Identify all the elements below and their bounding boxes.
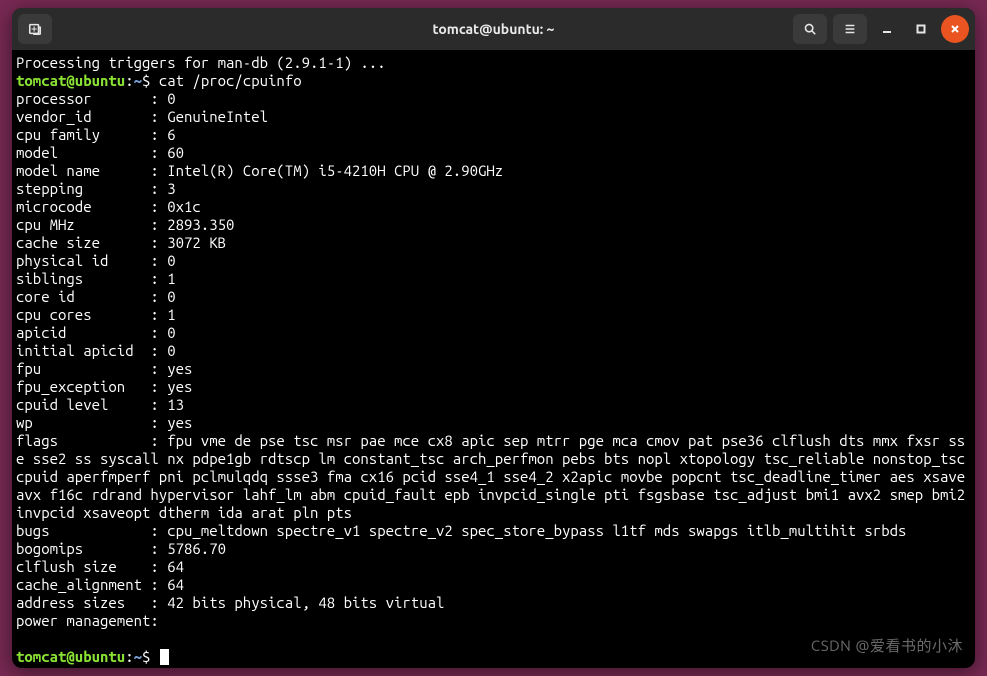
prompt-line[interactable]: tomcat@ubuntu:~$	[16, 648, 971, 666]
prompt-colon: :	[125, 72, 133, 89]
command-text: cat /proc/cpuinfo	[159, 72, 302, 89]
cpuinfo-line: physical id : 0	[16, 252, 971, 270]
cpuinfo-line: bogomips : 5786.70	[16, 540, 971, 558]
cpuinfo-line: bugs : cpu_meltdown spectre_v1 spectre_v…	[16, 522, 971, 540]
maximize-icon	[914, 22, 928, 36]
prompt-path: ~	[134, 648, 142, 665]
cpuinfo-line: fpu : yes	[16, 360, 971, 378]
titlebar-left	[12, 14, 52, 44]
cpuinfo-line: vendor_id : GenuineIntel	[16, 108, 971, 126]
cpuinfo-line: cpuid level : 13	[16, 396, 971, 414]
search-button[interactable]	[793, 14, 827, 44]
cpuinfo-line: power management:	[16, 612, 971, 630]
titlebar: tomcat@ubuntu: ~	[12, 8, 975, 50]
prompt-user-host: tomcat@ubuntu	[16, 72, 125, 89]
cpuinfo-line: model : 60	[16, 144, 971, 162]
cpuinfo-line: cache size : 3072 KB	[16, 234, 971, 252]
cpuinfo-line: fpu_exception : yes	[16, 378, 971, 396]
prompt-symbol: $	[142, 72, 159, 89]
minimize-button[interactable]	[873, 15, 901, 43]
new-tab-icon	[28, 22, 42, 36]
cpuinfo-line: initial apicid : 0	[16, 342, 971, 360]
cpuinfo-line: core id : 0	[16, 288, 971, 306]
command-line: tomcat@ubuntu:~$ cat /proc/cpuinfo	[16, 72, 971, 90]
output-line: Processing triggers for man-db (2.9.1-1)…	[16, 54, 971, 72]
prompt-path: ~	[134, 72, 142, 89]
terminal-output[interactable]: Processing triggers for man-db (2.9.1-1)…	[12, 50, 975, 668]
cpuinfo-line: wp : yes	[16, 414, 971, 432]
new-tab-button[interactable]	[18, 14, 52, 44]
close-button[interactable]	[941, 15, 969, 43]
cpuinfo-line: clflush size : 64	[16, 558, 971, 576]
blank-line	[16, 630, 971, 648]
cpuinfo-line: processor : 0	[16, 90, 971, 108]
search-icon	[803, 22, 817, 36]
hamburger-icon	[843, 22, 857, 36]
cpuinfo-line: flags : fpu vme de pse tsc msr pae mce c…	[16, 432, 971, 522]
maximize-button[interactable]	[907, 15, 935, 43]
cpuinfo-line: model name : Intel(R) Core(TM) i5-4210H …	[16, 162, 971, 180]
menu-button[interactable]	[833, 14, 867, 44]
cpuinfo-line: cpu cores : 1	[16, 306, 971, 324]
close-icon	[948, 22, 962, 36]
prompt-symbol: $	[142, 648, 159, 665]
titlebar-right	[793, 14, 975, 44]
terminal-window: tomcat@ubuntu: ~	[12, 8, 975, 668]
cpuinfo-line: stepping : 3	[16, 180, 971, 198]
cpuinfo-line: cpu MHz : 2893.350	[16, 216, 971, 234]
minimize-icon	[880, 22, 894, 36]
cpuinfo-line: cpu family : 6	[16, 126, 971, 144]
prompt-colon: :	[125, 648, 133, 665]
cpuinfo-line: apicid : 0	[16, 324, 971, 342]
cpuinfo-line: address sizes : 42 bits physical, 48 bit…	[16, 594, 971, 612]
cpuinfo-line: microcode : 0x1c	[16, 198, 971, 216]
cpuinfo-line: cache_alignment : 64	[16, 576, 971, 594]
prompt-user-host: tomcat@ubuntu	[16, 648, 125, 665]
cursor	[160, 649, 169, 665]
cpuinfo-line: siblings : 1	[16, 270, 971, 288]
